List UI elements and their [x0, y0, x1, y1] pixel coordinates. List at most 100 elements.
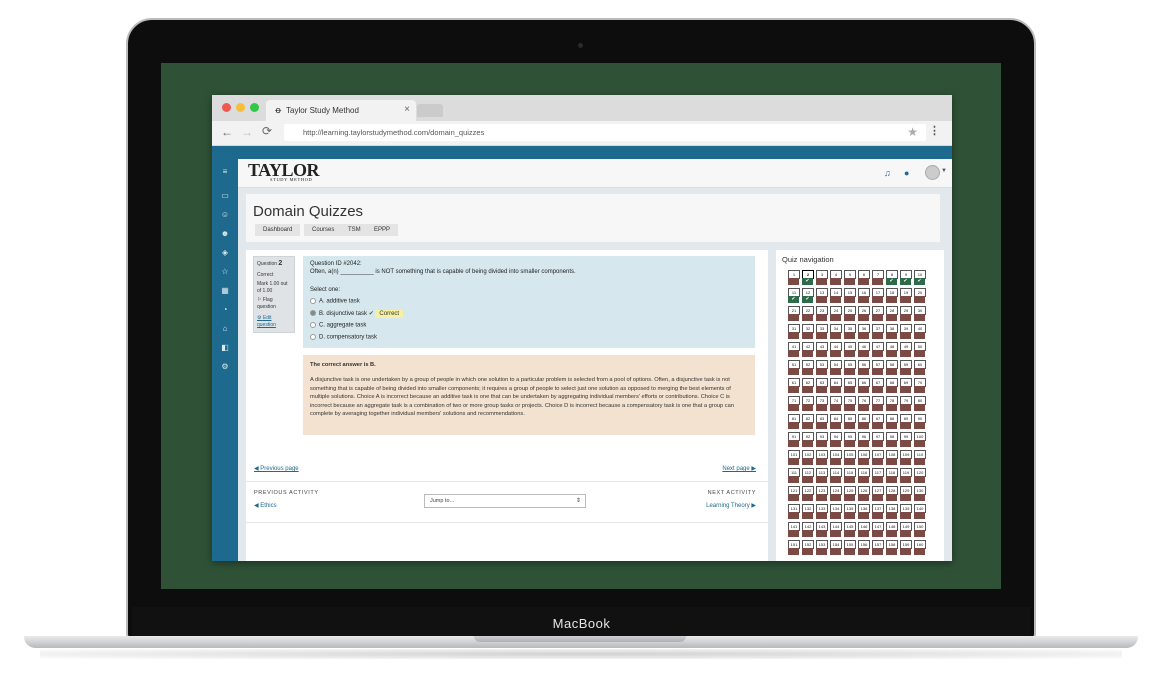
- quiz-nav-button[interactable]: 20: [914, 288, 926, 303]
- quiz-nav-button[interactable]: 24: [830, 306, 842, 321]
- url-field[interactable]: http://learning.taylorstudymethod.com/do…: [284, 124, 926, 141]
- quiz-nav-button[interactable]: 112: [802, 468, 814, 483]
- quiz-nav-button[interactable]: 31: [788, 324, 800, 339]
- quiz-nav-button[interactable]: 109: [900, 450, 912, 465]
- quiz-nav-button[interactable]: 11 ✔: [788, 288, 800, 303]
- quiz-nav-button[interactable]: 129: [900, 486, 912, 501]
- close-window-button[interactable]: [222, 103, 231, 112]
- quiz-nav-button[interactable]: 123: [816, 486, 828, 501]
- quiz-nav-button[interactable]: 82: [802, 414, 814, 429]
- quiz-nav-button[interactable]: 27: [872, 306, 884, 321]
- quiz-nav-button[interactable]: 62: [802, 378, 814, 393]
- quiz-nav-button[interactable]: 61: [788, 378, 800, 393]
- quiz-nav-button[interactable]: 30: [914, 306, 926, 321]
- quiz-nav-button[interactable]: 71: [788, 396, 800, 411]
- quiz-nav-button[interactable]: 35: [844, 324, 856, 339]
- quiz-nav-button[interactable]: 51: [788, 360, 800, 375]
- quiz-nav-button[interactable]: 28: [886, 306, 898, 321]
- browser-tab[interactable]: ꝋ Taylor Study Method ×: [266, 100, 416, 121]
- quiz-nav-button[interactable]: 79: [900, 396, 912, 411]
- quiz-nav-button[interactable]: 104: [830, 450, 842, 465]
- quiz-nav-button[interactable]: 101: [788, 450, 800, 465]
- bookmark-star-icon[interactable]: ★: [907, 125, 918, 139]
- quiz-nav-button[interactable]: 159: [900, 540, 912, 555]
- quiz-nav-button[interactable]: 67: [872, 378, 884, 393]
- edit-question-link[interactable]: ⚙ Edit question: [257, 315, 291, 329]
- quiz-nav-button[interactable]: 74: [830, 396, 842, 411]
- quiz-nav-button[interactable]: 4: [830, 270, 842, 285]
- quiz-nav-button[interactable]: 140: [914, 504, 926, 519]
- quiz-nav-button[interactable]: 86: [858, 414, 870, 429]
- quiz-nav-button[interactable]: 155: [844, 540, 856, 555]
- avatar[interactable]: [925, 165, 940, 180]
- quiz-nav-button[interactable]: 136: [858, 504, 870, 519]
- quiz-nav-button[interactable]: 142: [802, 522, 814, 537]
- quiz-nav-button[interactable]: 50: [914, 342, 926, 357]
- breadcrumb-courses[interactable]: Courses: [304, 224, 343, 236]
- quiz-nav-button[interactable]: 117: [872, 468, 884, 483]
- layers-icon[interactable]: ◈: [220, 248, 230, 258]
- option-d[interactable]: D. compensatory task: [310, 334, 377, 341]
- quiz-nav-button[interactable]: 23: [816, 306, 828, 321]
- dashboard-icon[interactable]: ◔: [220, 305, 230, 315]
- next-page-link[interactable]: Next page ▶: [722, 465, 756, 472]
- quiz-nav-button[interactable]: 69: [900, 378, 912, 393]
- quiz-nav-button[interactable]: 118: [886, 468, 898, 483]
- quiz-nav-button[interactable]: 160: [914, 540, 926, 555]
- quiz-nav-button[interactable]: 128: [886, 486, 898, 501]
- quiz-nav-button[interactable]: 157: [872, 540, 884, 555]
- quiz-nav-button[interactable]: 103: [816, 450, 828, 465]
- quiz-nav-button[interactable]: 16: [858, 288, 870, 303]
- breadcrumb-eppp[interactable]: EPPP: [366, 224, 399, 236]
- quiz-nav-button[interactable]: 6: [858, 270, 870, 285]
- minimize-window-button[interactable]: [236, 103, 245, 112]
- quiz-nav-button[interactable]: 131: [788, 504, 800, 519]
- quiz-nav-button[interactable]: 9 ✔: [900, 270, 912, 285]
- quiz-nav-button[interactable]: 1: [788, 270, 800, 285]
- users-icon[interactable]: ☺: [220, 210, 230, 220]
- quiz-nav-button[interactable]: 49: [900, 342, 912, 357]
- quiz-nav-button[interactable]: 89: [900, 414, 912, 429]
- quiz-nav-button[interactable]: 3: [816, 270, 828, 285]
- quiz-nav-button[interactable]: 26: [858, 306, 870, 321]
- quiz-nav-button[interactable]: 73: [816, 396, 828, 411]
- option-a[interactable]: A. additive task: [310, 298, 360, 305]
- quiz-nav-button[interactable]: 14: [830, 288, 842, 303]
- quiz-nav-button[interactable]: 72: [802, 396, 814, 411]
- quiz-nav-button[interactable]: 63: [816, 378, 828, 393]
- previous-activity-link[interactable]: ◀ Ethics: [254, 502, 277, 509]
- quiz-nav-button[interactable]: 124: [830, 486, 842, 501]
- quiz-nav-button[interactable]: 156: [858, 540, 870, 555]
- flag-question-button[interactable]: ⚐ Flag question: [257, 297, 291, 311]
- quiz-nav-button[interactable]: 111: [788, 468, 800, 483]
- quiz-nav-button[interactable]: 147: [872, 522, 884, 537]
- quiz-nav-button[interactable]: 54: [830, 360, 842, 375]
- quiz-nav-button[interactable]: 119: [900, 468, 912, 483]
- quiz-nav-button[interactable]: 134: [830, 504, 842, 519]
- tab-close-icon[interactable]: ×: [404, 104, 410, 115]
- quiz-nav-button[interactable]: 34: [830, 324, 842, 339]
- quiz-nav-button[interactable]: 97: [872, 432, 884, 447]
- quiz-nav-button[interactable]: 21: [788, 306, 800, 321]
- quiz-nav-button[interactable]: 78: [886, 396, 898, 411]
- quiz-nav-button[interactable]: 12 ✔: [802, 288, 814, 303]
- quiz-nav-button[interactable]: 18: [886, 288, 898, 303]
- reload-icon[interactable]: ⟳: [262, 124, 272, 138]
- quiz-nav-button[interactable]: 130: [914, 486, 926, 501]
- quiz-nav-button[interactable]: 64: [830, 378, 842, 393]
- back-icon[interactable]: ←: [221, 125, 233, 139]
- quiz-nav-button[interactable]: 139: [900, 504, 912, 519]
- quiz-nav-button[interactable]: 25: [844, 306, 856, 321]
- quiz-nav-button[interactable]: 55: [844, 360, 856, 375]
- quiz-nav-button[interactable]: 19: [900, 288, 912, 303]
- quiz-nav-button[interactable]: 44: [830, 342, 842, 357]
- quiz-nav-button[interactable]: 70: [914, 378, 926, 393]
- quiz-nav-button[interactable]: 138: [886, 504, 898, 519]
- quiz-nav-button[interactable]: 68: [886, 378, 898, 393]
- quiz-nav-button[interactable]: 94: [830, 432, 842, 447]
- browser-menu-icon[interactable]: ⋮: [929, 124, 940, 137]
- radio-d[interactable]: [310, 334, 316, 340]
- quiz-nav-button[interactable]: 41: [788, 342, 800, 357]
- quiz-nav-button[interactable]: 96: [858, 432, 870, 447]
- quiz-nav-button[interactable]: 144: [830, 522, 842, 537]
